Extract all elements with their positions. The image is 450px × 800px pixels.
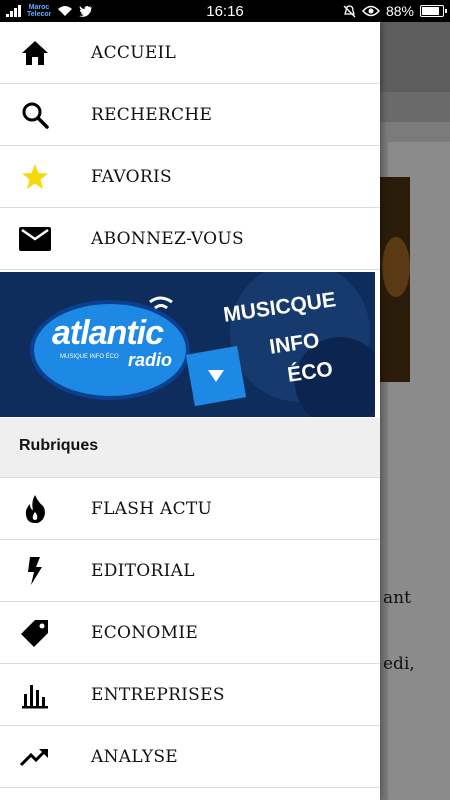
clock: 16:16 bbox=[206, 2, 244, 20]
menu-item-label: FLASH ACTU bbox=[91, 498, 213, 519]
menu-item-label: ACCUEIL bbox=[91, 42, 177, 63]
menu-item-label: ENTREPRISES bbox=[91, 684, 225, 705]
banner-tagline: MUSIQUE INFO ÉCO bbox=[60, 354, 119, 360]
menu-item-recherche[interactable]: RECHERCHE bbox=[0, 84, 380, 146]
section-header-rubriques: Rubriques bbox=[0, 418, 380, 478]
flame-icon bbox=[19, 493, 51, 525]
menu-item-analyse[interactable]: ANALYSE bbox=[0, 726, 380, 788]
menu-item-economie[interactable]: ECONOMIE bbox=[0, 602, 380, 664]
navigation-drawer: ACCUEIL RECHERCHE FAVORIS ABONNEZ-VOUS a… bbox=[0, 22, 380, 800]
menu-item-label: FAVORIS bbox=[91, 166, 172, 187]
eye-icon bbox=[361, 5, 380, 17]
mail-icon bbox=[19, 223, 51, 255]
section-title: Rubriques bbox=[19, 437, 99, 454]
banner-brand-sub: radio bbox=[128, 350, 173, 370]
menu-item-editorial[interactable]: EDITORIAL bbox=[0, 540, 380, 602]
menu-item-entreprises[interactable]: ENTREPRISES bbox=[0, 664, 380, 726]
background-text-1: ant bbox=[383, 588, 411, 608]
menu-item-label: EDITORIAL bbox=[91, 560, 195, 581]
bolt-icon bbox=[19, 555, 51, 587]
menu-item-label: ABONNEZ-VOUS bbox=[91, 228, 244, 249]
background-text-2: edi, bbox=[383, 654, 415, 674]
menu-item-flash-actu[interactable]: FLASH ACTU bbox=[0, 478, 380, 540]
battery-icon bbox=[420, 5, 447, 17]
trending-up-icon bbox=[19, 741, 51, 773]
tag-icon bbox=[19, 617, 51, 649]
menu-item-label: ECONOMIE bbox=[91, 622, 199, 643]
cell-signal-icon bbox=[6, 5, 21, 17]
menu-item-abonnez-vous[interactable]: ABONNEZ-VOUS bbox=[0, 208, 380, 270]
menu-item-accueil[interactable]: ACCUEIL bbox=[0, 22, 380, 84]
battery-percent: 88% bbox=[385, 3, 414, 19]
home-icon bbox=[19, 37, 51, 69]
atlantic-radio-banner[interactable]: atlantic radio MUSIQUE INFO ÉCO MUSICQUE… bbox=[0, 272, 375, 417]
banner-brand: atlantic bbox=[52, 314, 164, 352]
menu-item-favoris[interactable]: FAVORIS bbox=[0, 146, 380, 208]
star-icon bbox=[19, 161, 51, 193]
menu-item-label: ANALYSE bbox=[91, 746, 179, 767]
bar-chart-icon bbox=[19, 679, 51, 711]
menu-item-label: RECHERCHE bbox=[91, 104, 213, 125]
carrier-badge: Maroc Telecom bbox=[27, 4, 51, 18]
wifi-icon bbox=[58, 6, 72, 16]
background-article-image bbox=[380, 177, 410, 382]
status-bar: Maroc Telecom 16:16 88% bbox=[0, 0, 450, 22]
alarm-off-icon bbox=[343, 4, 356, 17]
search-icon bbox=[19, 99, 51, 131]
twitter-icon bbox=[79, 6, 92, 17]
